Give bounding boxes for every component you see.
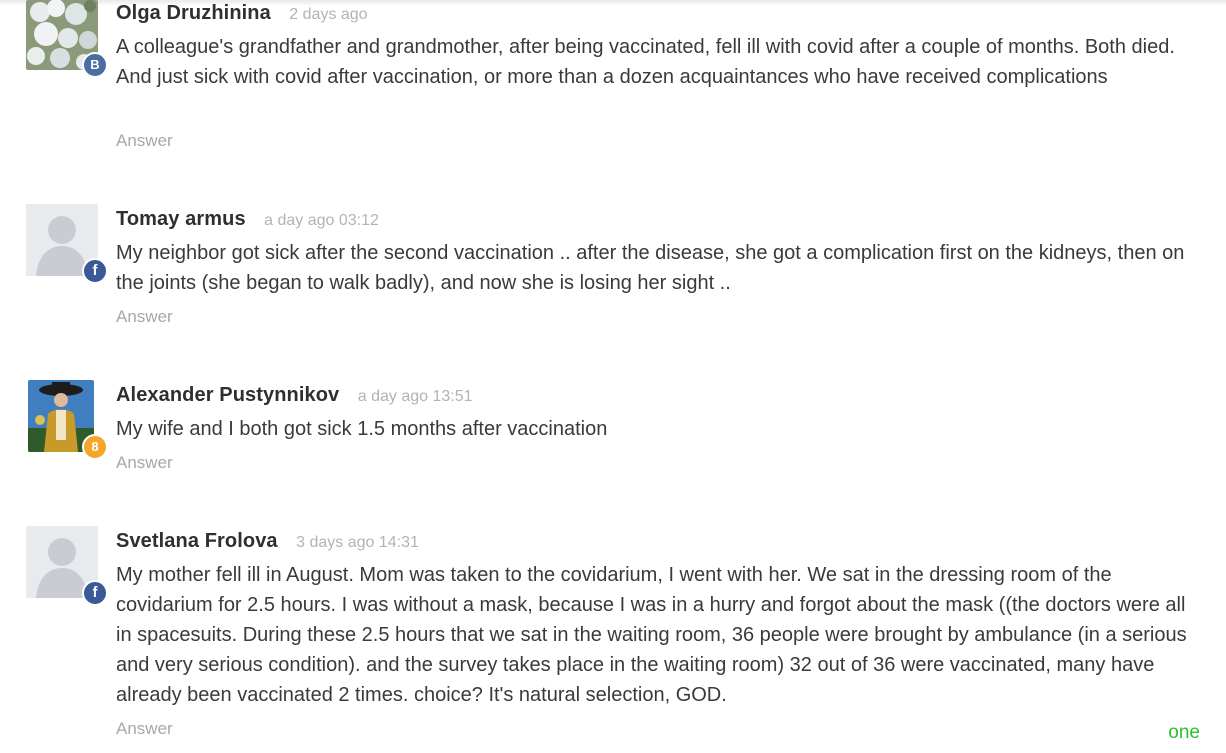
author-name[interactable]: Olga Druzhinina (116, 2, 271, 24)
timestamp: 2 days ago (289, 6, 368, 23)
answer-link[interactable]: Answer (116, 719, 173, 739)
answer-link[interactable]: Answer (116, 453, 173, 473)
odnoklassniki-icon: 8 (82, 434, 108, 460)
comment-header: Tomay armus a day ago 03:12 (116, 208, 379, 231)
comment-text: My neighbor got sick after the second va… (116, 242, 1185, 294)
comment-header: Olga Druzhinina 2 days ago (116, 2, 368, 25)
comment-header: Svetlana Frolova 3 days ago 14:31 (116, 530, 419, 553)
page-marker: one (1168, 722, 1200, 743)
author-name[interactable]: Tomay armus (116, 208, 246, 230)
answer-link[interactable]: Answer (116, 307, 173, 327)
author-name[interactable]: Svetlana Frolova (116, 530, 278, 552)
comment-header: Alexander Pustynnikov a day ago 13:51 (116, 384, 473, 407)
timestamp: a day ago 13:51 (357, 388, 473, 405)
comment-text: My wife and I both got sick 1.5 months a… (116, 418, 608, 440)
author-name[interactable]: Alexander Pustynnikov (116, 384, 339, 406)
facebook-icon: f (82, 580, 108, 606)
answer-link[interactable]: Answer (116, 131, 173, 151)
timestamp: 3 days ago 14:31 (296, 534, 419, 551)
comment-text: A colleague's grandfather and grandmothe… (116, 36, 1175, 88)
comment-text: My mother fell ill in August. Mom was ta… (116, 564, 1187, 706)
facebook-icon: f (82, 258, 108, 284)
vk-icon: B (82, 52, 108, 78)
timestamp: a day ago 03:12 (264, 212, 379, 229)
